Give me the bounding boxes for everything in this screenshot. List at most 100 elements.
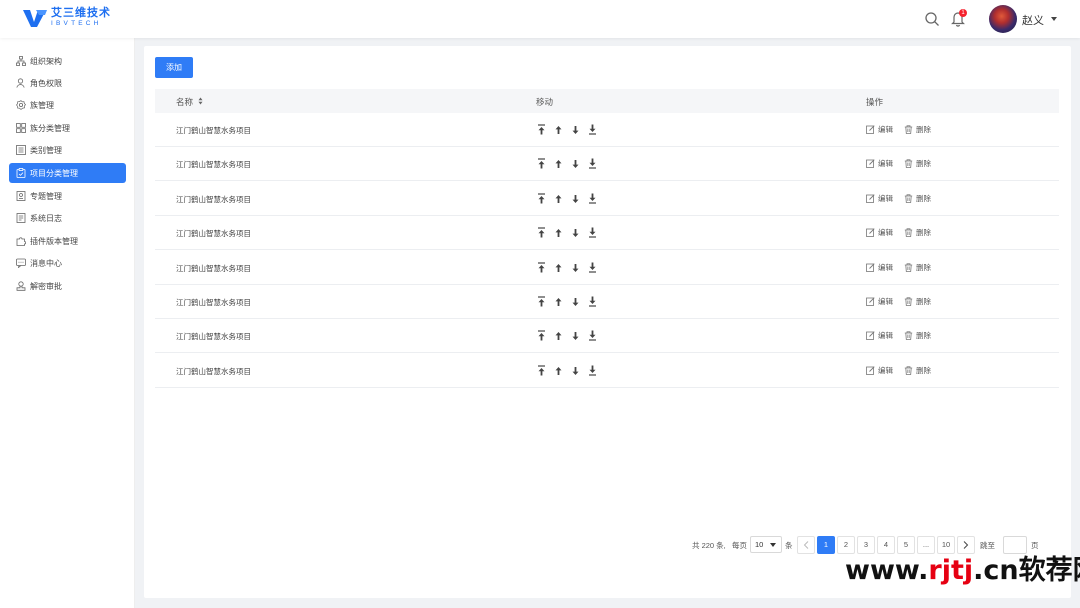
trash-icon <box>904 366 913 375</box>
move-bottom-icon[interactable] <box>588 330 597 341</box>
move-controls <box>537 158 605 169</box>
sidebar-item-plugin-version[interactable]: 插件版本管理 <box>9 231 126 251</box>
sidebar-item-roles[interactable]: 角色权限 <box>9 73 126 93</box>
add-button[interactable]: 添加 <box>155 57 193 78</box>
move-top-icon[interactable] <box>537 365 546 376</box>
move-bottom-icon[interactable] <box>588 262 597 273</box>
table-row: 江门鹤山智慧水务项目 编辑 删除 <box>155 285 1059 319</box>
move-top-icon[interactable] <box>537 193 546 204</box>
edit-button[interactable]: 编辑 <box>866 262 893 273</box>
move-top-icon[interactable] <box>537 261 546 273</box>
edit-button[interactable]: 编辑 <box>866 193 893 204</box>
topic-icon <box>16 191 26 201</box>
move-down-icon[interactable] <box>571 296 580 307</box>
edit-button[interactable]: 编辑 <box>866 296 893 307</box>
delete-button[interactable]: 删除 <box>904 330 931 341</box>
move-top-icon[interactable] <box>537 124 546 135</box>
edit-button[interactable]: 编辑 <box>866 227 893 238</box>
user-name[interactable]: 赵义 <box>1022 12 1044 28</box>
search-icon[interactable] <box>924 11 940 27</box>
column-ops: 操作 <box>866 97 884 107</box>
sidebar-item-label: 解密审批 <box>30 281 62 291</box>
sort-icon[interactable] <box>198 97 203 105</box>
sidebar-item-family-category[interactable]: 族分类管理 <box>9 118 126 138</box>
brand-logo[interactable]: 艾三维技术 IBVTECH <box>22 7 111 29</box>
move-controls <box>537 261 605 273</box>
delete-button[interactable]: 删除 <box>904 158 931 169</box>
sidebar-item-family[interactable]: 族管理 <box>9 95 126 115</box>
move-bottom-icon[interactable] <box>588 296 597 307</box>
delete-button[interactable]: 删除 <box>904 193 931 204</box>
move-up-icon[interactable] <box>554 262 563 273</box>
move-down-icon[interactable] <box>571 193 580 204</box>
move-bottom-icon[interactable] <box>588 227 597 238</box>
prev-page-button[interactable] <box>797 536 815 554</box>
sidebar-item-org-structure[interactable]: 组织架构 <box>9 51 126 71</box>
page-button-1[interactable]: 1 <box>817 536 835 554</box>
sidebar-item-decrypt-approval[interactable]: 解密审批 <box>9 276 126 296</box>
grid-icon <box>16 123 26 133</box>
edit-button[interactable]: 编辑 <box>866 158 893 169</box>
column-name[interactable]: 名称 <box>176 96 193 108</box>
delete-button[interactable]: 删除 <box>904 296 931 307</box>
move-bottom-icon[interactable] <box>588 193 597 204</box>
sidebar-item-system-log[interactable]: 系统日志 <box>9 208 126 228</box>
move-up-icon[interactable] <box>554 193 563 204</box>
project-name: 江门鹤山智慧水务项目 <box>176 229 251 239</box>
edit-button[interactable]: 编辑 <box>866 124 893 135</box>
edit-label: 编辑 <box>878 262 893 272</box>
move-top-icon[interactable] <box>537 330 546 341</box>
delete-button[interactable]: 删除 <box>904 262 931 273</box>
sidebar-item-label: 系统日志 <box>30 213 62 223</box>
project-name: 江门鹤山智慧水务项目 <box>176 366 251 376</box>
sidebar-item-label: 专题管理 <box>30 191 62 201</box>
move-up-icon[interactable] <box>554 365 563 376</box>
page-size-select[interactable]: 10 <box>750 536 782 553</box>
edit-label: 编辑 <box>878 365 893 375</box>
clipboard-icon <box>16 168 26 178</box>
edit-label: 编辑 <box>878 193 893 203</box>
caret-down-icon[interactable] <box>1051 17 1057 21</box>
move-down-icon[interactable] <box>571 365 580 376</box>
move-controls <box>537 330 605 341</box>
move-top-icon[interactable] <box>537 158 546 169</box>
move-down-icon[interactable] <box>571 330 580 341</box>
delete-label: 删除 <box>916 193 931 203</box>
watermark-prefix: www. <box>845 555 929 586</box>
trash-icon <box>904 297 913 306</box>
sidebar-item-topic[interactable]: 专题管理 <box>9 186 126 206</box>
move-up-icon[interactable] <box>554 227 563 238</box>
move-up-icon[interactable] <box>554 296 563 307</box>
sidebar-item-project-category[interactable]: 项目分类管理 <box>9 163 126 183</box>
move-top-icon[interactable] <box>537 296 546 307</box>
move-bottom-icon[interactable] <box>588 158 597 169</box>
move-up-icon[interactable] <box>554 124 563 135</box>
delete-button[interactable]: 删除 <box>904 124 931 135</box>
edit-button[interactable]: 编辑 <box>866 365 893 376</box>
table-row: 江门鹤山智慧水务项目 编辑 删除 <box>155 251 1059 285</box>
move-down-icon[interactable] <box>571 227 580 238</box>
sidebar-item-messages[interactable]: 消息中心 <box>9 253 126 273</box>
move-down-icon[interactable] <box>571 124 580 135</box>
project-name: 江门鹤山智慧水务项目 <box>176 194 251 204</box>
move-bottom-icon[interactable] <box>588 124 597 135</box>
edit-button[interactable]: 编辑 <box>866 330 893 341</box>
move-up-icon[interactable] <box>554 158 563 169</box>
log-icon <box>16 213 26 223</box>
sidebar-item-category[interactable]: 类别管理 <box>9 140 126 160</box>
move-down-icon[interactable] <box>571 262 580 273</box>
move-top-icon[interactable] <box>537 227 546 238</box>
page-size-value: 10 <box>755 540 764 549</box>
delete-button[interactable]: 删除 <box>904 365 931 376</box>
table-row: 江门鹤山智慧水务项目 编辑 删除 <box>155 319 1059 354</box>
sidebar-item-label: 族分类管理 <box>30 123 70 133</box>
move-bottom-icon[interactable] <box>588 365 597 376</box>
edit-label: 编辑 <box>878 159 893 169</box>
move-up-icon[interactable] <box>554 330 563 341</box>
delete-button[interactable]: 删除 <box>904 227 931 238</box>
brand-name-en: IBVTECH <box>51 20 102 28</box>
avatar[interactable] <box>989 5 1017 33</box>
table-row: 江门鹤山智慧水务项目 编辑 删除 <box>155 354 1059 388</box>
brand-name-cn: 艾三维技术 <box>51 7 111 20</box>
move-down-icon[interactable] <box>571 158 580 169</box>
